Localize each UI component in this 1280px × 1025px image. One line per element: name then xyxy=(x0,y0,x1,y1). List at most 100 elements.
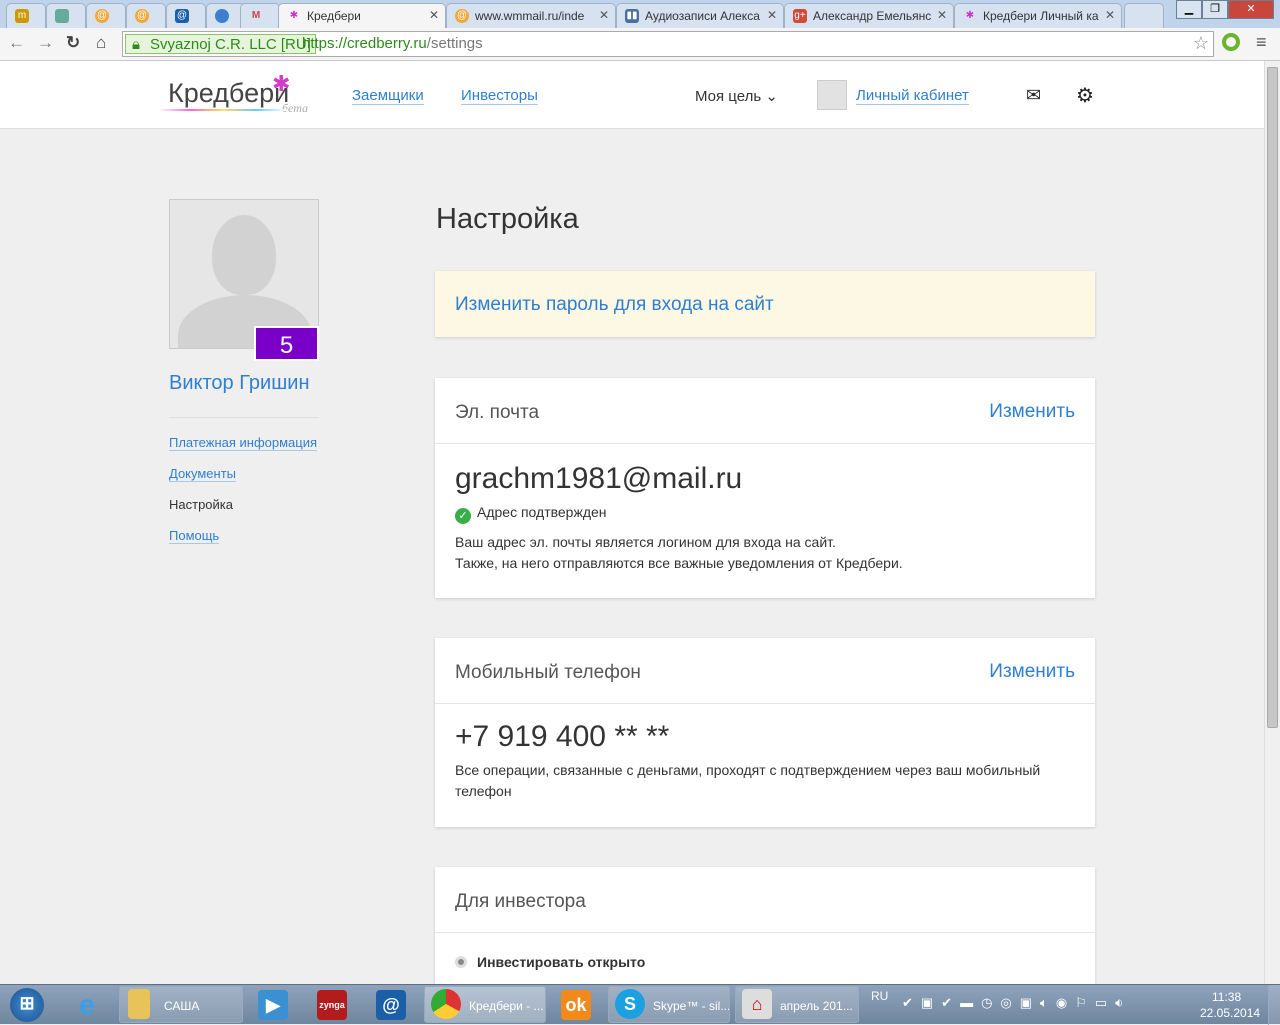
scrollbar[interactable] xyxy=(1264,61,1280,984)
header-avatar[interactable] xyxy=(817,80,847,110)
image-icon xyxy=(55,9,69,23)
back-icon[interactable]: ← xyxy=(8,33,25,53)
tab-7[interactable]: M xyxy=(240,3,280,28)
logo-flower-icon: ✱ xyxy=(272,71,291,96)
email-value: grachm1981@mail.ru xyxy=(455,462,743,495)
sidebar-item-settings: Настройка xyxy=(169,497,233,512)
odnoklassniki-icon[interactable]: ok xyxy=(561,990,591,1020)
email-card-title: Эл. почта xyxy=(455,402,540,423)
tm-icon: m xyxy=(15,9,29,23)
site-header: Кредбери ✱ бета Заемщики Инвесторы Моя ц… xyxy=(0,61,1264,129)
goal-label: Моя цель xyxy=(695,88,762,105)
at-icon: @ xyxy=(175,9,189,23)
browser-toolbar: ← → ↻ ⌂ 🔒︎ Svyaznoj C.R. LLC [RU] https:/… xyxy=(0,28,1280,61)
close-tab-icon[interactable]: ✕ xyxy=(599,8,609,22)
taskbar-chrome[interactable]: Кредбери - ... xyxy=(424,986,546,1023)
mail-icon: @ xyxy=(455,9,469,23)
media-player-icon[interactable]: ▶ xyxy=(258,990,288,1020)
taskbar-document[interactable]: ⌂ апрель 201... xyxy=(735,986,859,1023)
taskbar-explorer[interactable]: САША xyxy=(119,986,243,1023)
sidebar-item-documents[interactable]: Документы xyxy=(169,466,237,482)
sidebar-item-payment[interactable]: Платежная информация xyxy=(169,435,318,451)
credberry-icon: ✱ xyxy=(965,10,975,21)
reload-icon[interactable]: ↻ xyxy=(66,33,80,53)
goal-dropdown[interactable]: Моя цель ⌄ xyxy=(695,87,778,105)
forward-icon[interactable]: → xyxy=(37,33,54,53)
extension-icon[interactable] xyxy=(1222,33,1240,51)
nav-investors[interactable]: Инвесторы xyxy=(461,87,538,105)
email-card: Эл. почта Изменить grachm1981@mail.ru ✓ Ад… xyxy=(435,378,1095,598)
clock-date[interactable]: 22.05.2014 xyxy=(1200,1006,1260,1020)
house-icon: ⌂ xyxy=(742,989,772,1019)
taskbar-label: апрель 201... xyxy=(780,999,853,1013)
tab-gplus[interactable]: g+ Александр Емельянс ✕ xyxy=(784,3,954,28)
tab-3[interactable]: @ xyxy=(86,3,126,28)
check-icon: ✓ xyxy=(455,508,471,524)
phone-card: Мобильный телефон Изменить +7 919 400 ** … xyxy=(435,638,1095,827)
email-desc-2: Также, на него отправляются все важные у… xyxy=(455,555,903,571)
language-indicator[interactable]: RU xyxy=(871,989,888,1003)
address-bar[interactable]: 🔒︎ Svyaznoj C.R. LLC [RU] https://credber… xyxy=(122,31,1214,57)
envelope-icon[interactable]: ✉ xyxy=(1026,85,1041,106)
tab-2[interactable] xyxy=(46,3,86,28)
gplus-icon: g+ xyxy=(793,9,807,23)
tab-strip: m @ @ @ M ✱ Кредбери ✕ @ www.wmmail.ru/inde… xyxy=(0,0,1280,28)
email-status: Адрес подтвержден xyxy=(477,504,607,520)
mail-agent-icon[interactable]: @ xyxy=(376,990,406,1020)
logo-underline xyxy=(158,109,288,111)
gear-icon[interactable]: ⚙ xyxy=(1076,83,1094,108)
nav-borrowers[interactable]: Заемщики xyxy=(352,87,424,105)
windows-taskbar: ⊞ e САША ▶ zynga @ Кредбери - ... ok S Sk… xyxy=(0,984,1280,1025)
sidebar-item-help[interactable]: Помощь xyxy=(169,528,220,544)
change-password-link[interactable]: Изменить пароль для входа на сайт xyxy=(455,294,774,315)
url-host: https://credberry.ru xyxy=(302,35,427,52)
zynga-icon[interactable]: zynga xyxy=(317,990,347,1020)
ev-certificate[interactable]: 🔒︎ Svyaznoj C.R. LLC [RU] xyxy=(125,34,316,54)
close-window-button[interactable]: ✕ xyxy=(1228,0,1274,19)
tab-credberry[interactable]: ✱ Кредбери ✕ xyxy=(278,3,446,28)
radio-icon[interactable] xyxy=(455,956,467,968)
minimize-button[interactable]: ▁ xyxy=(1176,0,1202,19)
edit-email-button[interactable]: Изменить xyxy=(989,401,1075,423)
page-title: Настройка xyxy=(436,203,579,235)
credberry-icon: ✱ xyxy=(289,10,299,21)
tab-5[interactable]: @ xyxy=(166,3,206,28)
taskbar-skype[interactable]: S Skype™ - sil... xyxy=(608,986,730,1023)
close-tab-icon[interactable]: ✕ xyxy=(937,8,947,22)
tab-credberry-cabinet[interactable]: ✱ Кредбери Личный ка ✕ xyxy=(954,3,1122,28)
tab-vk[interactable]: ▮▮ Аудиозаписи Алекса ✕ xyxy=(616,3,784,28)
mail-icon: @ xyxy=(95,9,109,23)
phone-desc: Все операции, связанные с деньгами, прох… xyxy=(455,762,1041,799)
invest-open-option[interactable]: Инвестировать открыто xyxy=(435,933,1095,970)
chrome-icon xyxy=(431,989,461,1019)
personal-cabinet-link[interactable]: Личный кабинет xyxy=(856,87,969,105)
start-button[interactable]: ⊞ xyxy=(10,988,44,1022)
clock-time[interactable]: 11:38 xyxy=(1212,990,1241,1004)
chevron-down-icon: ⌄ xyxy=(765,88,778,105)
globe-icon xyxy=(215,9,229,23)
new-tab-button[interactable] xyxy=(1124,3,1164,28)
edit-phone-button[interactable]: Изменить xyxy=(989,661,1075,683)
close-tab-icon[interactable]: ✕ xyxy=(767,8,777,22)
maximize-button[interactable]: ❐ xyxy=(1202,0,1228,19)
email-desc-1: Ваш адрес эл. почты является логином для… xyxy=(455,534,836,550)
investor-card: Для инвестора Инвестировать открыто xyxy=(435,867,1095,984)
star-icon[interactable]: ☆ xyxy=(1193,33,1209,54)
user-name[interactable]: Виктор Гришин xyxy=(169,372,310,395)
tab-label: Аудиозаписи Алекса xyxy=(645,9,760,23)
close-tab-icon[interactable]: ✕ xyxy=(429,8,439,22)
tab-wmmail[interactable]: @ www.wmmail.ru/inde ✕ xyxy=(446,3,616,28)
tab-4[interactable]: @ xyxy=(126,3,166,28)
tray-icons[interactable]: ✔▣✔▬◷◎▣🔈︎◉⚐▭🔉︎ xyxy=(902,995,1131,1011)
show-desktop-button[interactable] xyxy=(1268,985,1280,1025)
tab-label: www.wmmail.ru/inde xyxy=(475,9,585,23)
taskbar-label: САША xyxy=(164,999,200,1013)
vk-icon: ▮▮ xyxy=(625,9,639,23)
menu-icon[interactable]: ≡ xyxy=(1256,32,1267,53)
home-icon[interactable]: ⌂ xyxy=(96,33,106,53)
scrollbar-thumb[interactable] xyxy=(1267,67,1278,728)
close-tab-icon[interactable]: ✕ xyxy=(1105,8,1115,22)
tab-1[interactable]: m xyxy=(6,3,46,28)
ie-icon[interactable]: e xyxy=(72,990,102,1020)
tab-label: Кредбери Личный ка xyxy=(983,9,1099,23)
